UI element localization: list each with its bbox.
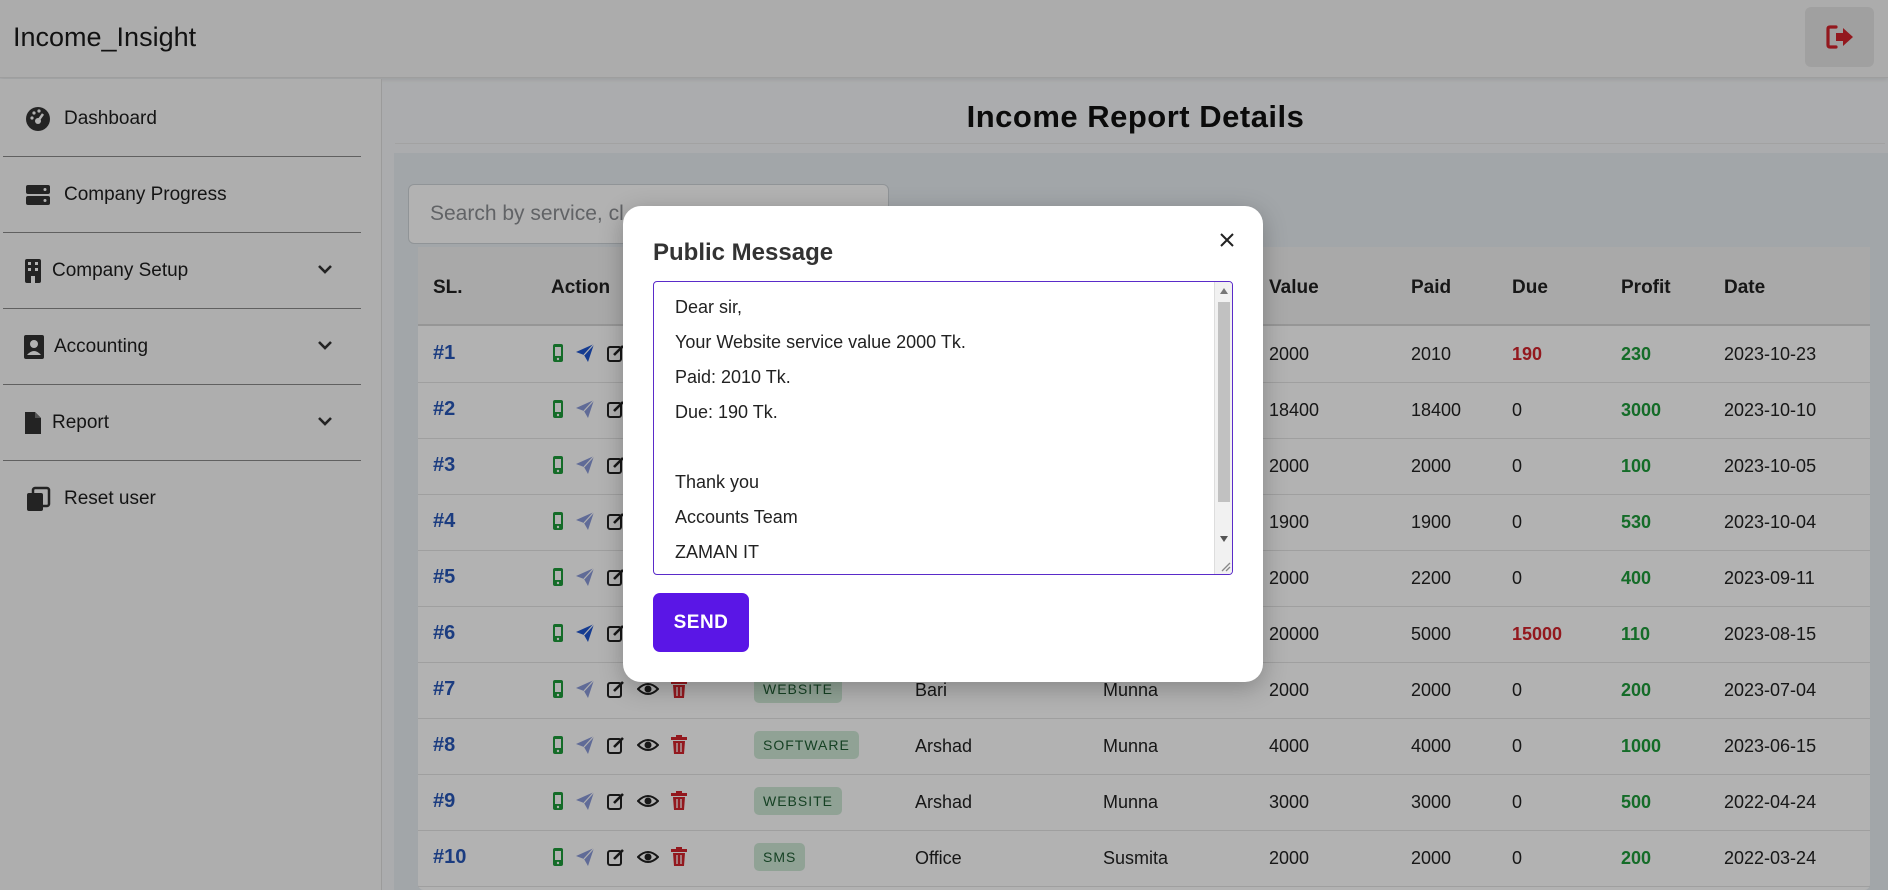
message-line: Due: 190 Tk. <box>675 402 778 422</box>
close-button[interactable] <box>1213 226 1241 254</box>
resize-handle-icon[interactable] <box>1219 560 1231 572</box>
textarea-scrollbar[interactable] <box>1214 282 1232 574</box>
send-button[interactable]: SEND <box>653 593 749 652</box>
scroll-thumb[interactable] <box>1218 302 1230 502</box>
close-icon <box>1220 233 1234 247</box>
message-line: Dear sir, <box>675 297 743 317</box>
message-line: Accounts Team <box>675 507 798 527</box>
modal-title: Public Message <box>653 239 834 266</box>
scroll-down-icon[interactable] <box>1220 536 1228 542</box>
public-message-modal: Public Message Dear sir, Your Website ser… <box>623 206 1263 682</box>
message-line: Paid: 2010 Tk. <box>675 367 791 387</box>
message-line: Your Website service value 2000 Tk. <box>675 332 966 352</box>
message-textarea[interactable]: Dear sir, Your Website service value 2000… <box>653 281 1233 575</box>
message-line: Thank you <box>675 472 760 492</box>
message-line: ZAMAN IT <box>675 542 759 562</box>
scroll-up-icon[interactable] <box>1220 288 1228 294</box>
